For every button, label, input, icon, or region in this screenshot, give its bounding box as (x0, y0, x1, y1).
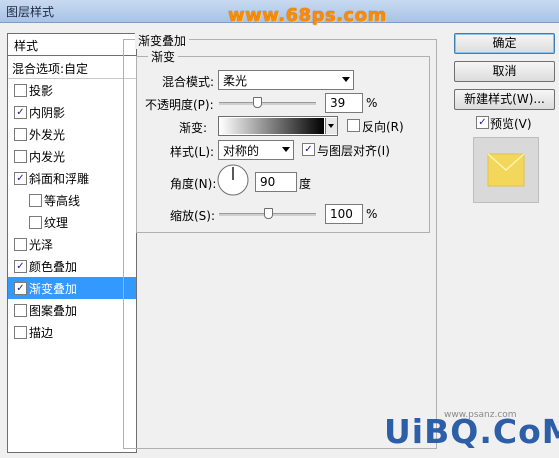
reverse-checkbox[interactable] (347, 119, 360, 132)
preview-swatch-icon (487, 153, 525, 187)
style-item-gradient-overlay[interactable]: ✓ 渐变叠加 (8, 277, 136, 299)
site-watermark: www.68ps.com (228, 5, 387, 26)
angle-unit: 度 (299, 177, 312, 191)
window-title: 图层样式 (6, 5, 55, 19)
style-item-pattern-overlay[interactable]: 图案叠加 (8, 299, 136, 321)
style-item-outer-glow[interactable]: 外发光 (8, 123, 136, 145)
inner-glow-checkbox[interactable] (14, 150, 27, 163)
reverse-label: 反向(R) (362, 120, 404, 134)
style-label: 样式(L): (170, 145, 215, 159)
styles-list: 样式 混合选项:自定 投影 ✓ 内阴影 外发光 内发光 ✓ 斜面和浮雕 等高线 … (7, 33, 137, 453)
stroke-checkbox[interactable] (14, 326, 27, 339)
color-overlay-checkbox[interactable]: ✓ (14, 260, 27, 273)
ok-button[interactable]: 确定 (454, 33, 555, 54)
style-item-drop-shadow[interactable]: 投影 (8, 79, 136, 101)
gradient-swatch[interactable] (220, 118, 324, 134)
style-dropdown[interactable]: 对称的 (218, 140, 294, 160)
style-item-color-overlay[interactable]: ✓ 颜色叠加 (8, 255, 136, 277)
style-preview (473, 137, 539, 203)
contour-checkbox[interactable] (29, 194, 42, 207)
align-with-layer-label: 与图层对齐(I) (317, 144, 390, 158)
subgroup-title: 渐变 (148, 48, 179, 65)
style-item-stroke[interactable]: 描边 (8, 321, 136, 343)
texture-checkbox[interactable] (29, 216, 42, 229)
gradient-dropdown-button[interactable] (325, 118, 337, 134)
styles-header[interactable]: 样式 (8, 34, 136, 56)
footer-watermark: UiBQ.CoM (384, 412, 559, 451)
gradient-label: 渐变: (179, 121, 208, 135)
blend-mode-dropdown[interactable]: 柔光 (218, 70, 354, 90)
style-item-satin[interactable]: 光泽 (8, 233, 136, 255)
gradient-picker[interactable] (218, 116, 338, 136)
scale-input[interactable]: 100 (325, 204, 363, 224)
scale-unit: % (366, 207, 378, 221)
outer-glow-checkbox[interactable] (14, 128, 27, 141)
group-title: 渐变叠加 (135, 32, 190, 49)
chevron-down-icon (282, 147, 290, 152)
angle-dial[interactable] (216, 163, 250, 197)
satin-checkbox[interactable] (14, 238, 27, 251)
scale-label: 缩放(S): (170, 209, 216, 223)
blend-options-item[interactable]: 混合选项:自定 (8, 56, 136, 79)
align-with-layer-checkbox[interactable]: ✓ (302, 143, 315, 156)
preview-checkbox[interactable]: ✓ (476, 116, 489, 129)
style-item-contour[interactable]: 等高线 (8, 189, 136, 211)
preview-label: 预览(V) (490, 117, 532, 131)
scale-slider-thumb[interactable] (263, 208, 273, 219)
opacity-input[interactable]: 39 (325, 93, 363, 113)
bevel-emboss-checkbox[interactable]: ✓ (14, 172, 27, 185)
style-item-bevel-emboss[interactable]: ✓ 斜面和浮雕 (8, 167, 136, 189)
new-style-button[interactable]: 新建样式(W)... (454, 89, 555, 110)
pattern-overlay-checkbox[interactable] (14, 304, 27, 317)
chevron-down-icon (342, 77, 350, 82)
cancel-button[interactable]: 取消 (454, 61, 555, 82)
opacity-slider-track[interactable] (219, 102, 316, 105)
style-item-texture[interactable]: 纹理 (8, 211, 136, 233)
style-item-inner-shadow[interactable]: ✓ 内阴影 (8, 101, 136, 123)
chevron-down-icon (328, 124, 334, 128)
opacity-label: 不透明度(P): (145, 98, 214, 112)
opacity-unit: % (366, 96, 378, 110)
angle-input[interactable]: 90 (255, 172, 297, 192)
angle-label: 角度(N): (170, 177, 217, 191)
inner-shadow-checkbox[interactable]: ✓ (14, 106, 27, 119)
blend-mode-label: 混合模式: (162, 75, 215, 89)
style-item-inner-glow[interactable]: 内发光 (8, 145, 136, 167)
drop-shadow-checkbox[interactable] (14, 84, 27, 97)
opacity-slider-thumb[interactable] (252, 97, 262, 108)
gradient-overlay-checkbox[interactable]: ✓ (14, 282, 27, 295)
